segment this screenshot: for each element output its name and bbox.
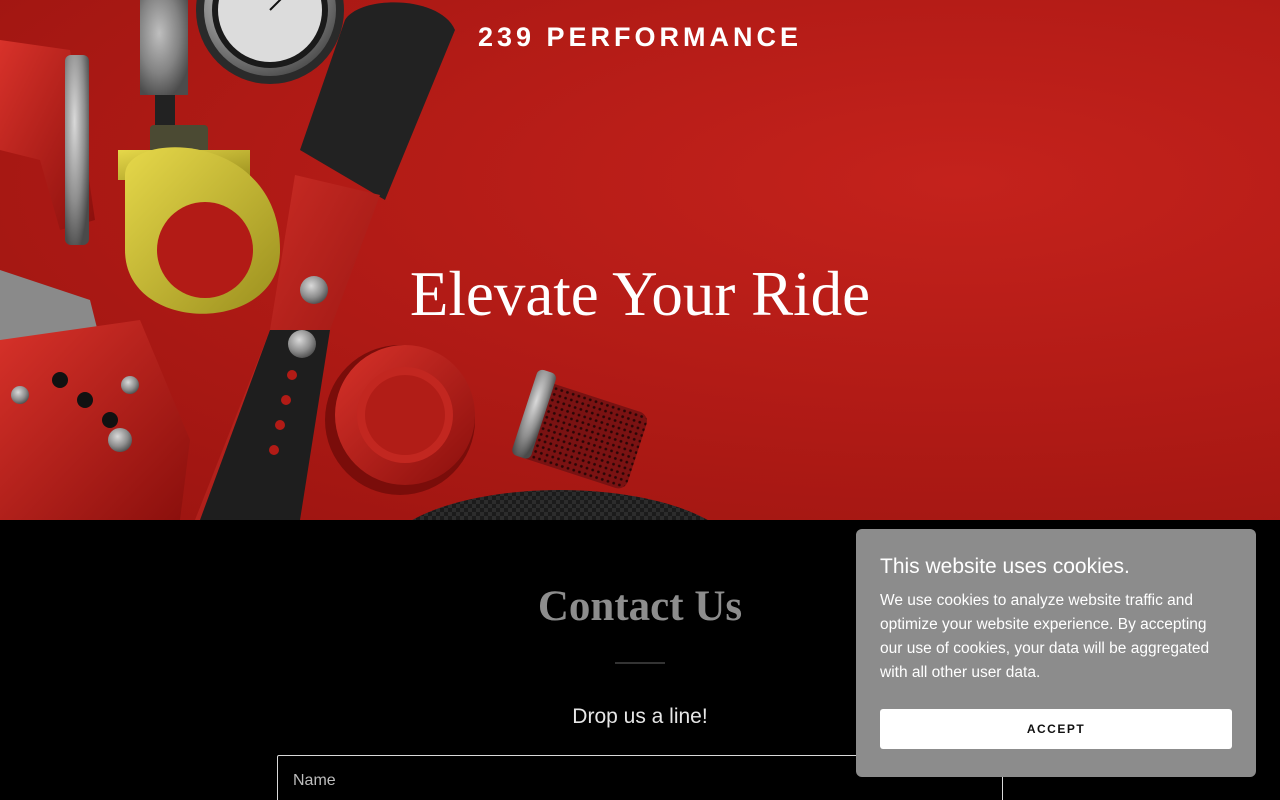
cookie-banner-title: This website uses cookies. [880,555,1130,578]
accept-cookies-button[interactable]: ACCEPT [880,709,1232,749]
hero-headline: Elevate Your Ride [409,259,871,329]
title-divider [615,662,665,664]
site-title[interactable]: 239 PERFORMANCE [0,22,1280,53]
hero-section: 239 PERFORMANCE Elevate Your Ride [0,0,1280,520]
cookie-banner-text: We use cookies to analyze website traffi… [880,592,1210,681]
cookie-banner: This website uses cookies. We use cookie… [856,529,1256,777]
name-field-label: Name [293,772,336,789]
